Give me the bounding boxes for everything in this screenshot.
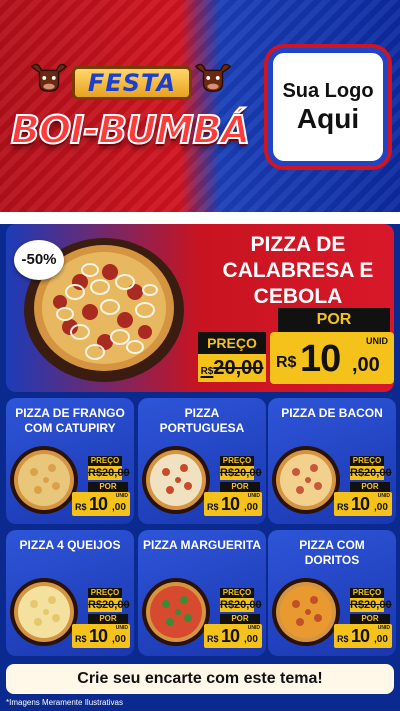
featured-offer[interactable]: -50% PIZZA DE CALABRESA E CEBOLA POR PRE… xyxy=(6,224,394,392)
pizza-image xyxy=(10,578,78,646)
ox-head-icon xyxy=(194,63,232,92)
product-card[interactable]: PIZZA COM DORITOS PREÇO R$20,00 POR R$ 10,00 U… xyxy=(268,530,396,656)
por-label: POR xyxy=(88,482,128,492)
pizza-image xyxy=(142,578,210,646)
new-price: R$ 10 ,00 UNID xyxy=(270,332,394,384)
product-title: PIZZA MARGUERITA xyxy=(143,538,261,552)
old-price: R$20,00 xyxy=(88,598,130,612)
old-price: R$20,00 xyxy=(220,466,262,480)
logo-text-line1: Sua Logo xyxy=(282,80,374,102)
boi-bumba-title: BOI-BUMBÁ xyxy=(10,107,251,153)
festa-title: FESTA xyxy=(72,66,192,100)
por-label: POR xyxy=(88,614,128,624)
preco-label: PREÇO xyxy=(350,588,384,598)
divider-stripe xyxy=(0,212,400,224)
por-label: POR xyxy=(350,482,390,492)
old-price: R$20,00 xyxy=(350,466,392,480)
product-card[interactable]: PIZZA 4 QUEIJOS PREÇO R$20,00 POR R$ 10,00 UNI… xyxy=(6,530,134,656)
new-price: R$ 10,00 UNID xyxy=(334,492,392,516)
por-label: POR xyxy=(278,308,390,332)
pizza-image xyxy=(272,578,340,646)
featured-title: PIZZA DE CALABRESA E CEBOLA xyxy=(222,233,374,308)
logo-text-line2: Aqui xyxy=(296,103,360,134)
new-price: R$ 10,00 UNID xyxy=(204,492,262,516)
old-price: R$20,00 xyxy=(350,598,392,612)
preco-label: PREÇO xyxy=(350,456,384,466)
product-title: PIZZA COM DORITOS xyxy=(299,538,365,567)
product-title: PIZZA DE FRANGO COM CATUPIRY xyxy=(15,406,125,435)
preco-label: PREÇO xyxy=(198,332,266,354)
product-card[interactable]: PIZZA MARGUERITA PREÇO R$20,00 POR R$ 10,00 UN… xyxy=(138,530,266,656)
preco-label: PREÇO xyxy=(88,588,122,598)
ox-head-icon xyxy=(30,63,68,92)
old-price: R$20,00 xyxy=(220,598,262,612)
pizza-image xyxy=(272,446,340,514)
new-price: R$ 10,00 UNID xyxy=(72,624,130,648)
preco-label: PREÇO xyxy=(88,456,122,466)
pizza-image xyxy=(10,446,78,514)
disclaimer-text: *Imagens Meramente Ilustrativas xyxy=(6,698,123,707)
por-label: POR xyxy=(220,482,260,492)
new-price: R$ 10,00 UNID xyxy=(204,624,262,648)
product-card[interactable]: PIZZA PORTUGUESA PREÇO R$20,00 POR R$ 10,00 UN… xyxy=(138,398,266,524)
por-label: POR xyxy=(350,614,390,624)
logo-placeholder[interactable]: Sua Logo Aqui xyxy=(268,48,388,166)
product-title: PIZZA DE BACON xyxy=(281,406,383,420)
festa-logo: FESTA BOI-BUMBÁ xyxy=(10,60,251,170)
old-price: R$20,00 xyxy=(88,466,130,480)
preco-label: PREÇO xyxy=(220,588,254,598)
discount-badge: -50% xyxy=(14,240,64,280)
product-card[interactable]: PIZZA DE BACON PREÇO R$20,00 POR R$ 10,00 UNID xyxy=(268,398,396,524)
pizza-image xyxy=(142,446,210,514)
product-card[interactable]: PIZZA DE FRANGO COM CATUPIRY PREÇO R$20,00… xyxy=(6,398,134,524)
product-title: PIZZA 4 QUEIJOS xyxy=(19,538,121,552)
new-price: R$ 10,00 UNID xyxy=(72,492,130,516)
header-banner: FESTA BOI-BUMBÁ Sua Logo Aqui xyxy=(0,0,400,212)
new-price: R$ 10,00 UNID xyxy=(334,624,392,648)
old-price: R$20,00 xyxy=(198,354,266,382)
preco-label: PREÇO xyxy=(220,456,254,466)
por-label: POR xyxy=(220,614,260,624)
cta-banner[interactable]: Crie seu encarte com este tema! xyxy=(6,664,394,694)
product-title: PIZZA PORTUGUESA xyxy=(159,406,245,435)
